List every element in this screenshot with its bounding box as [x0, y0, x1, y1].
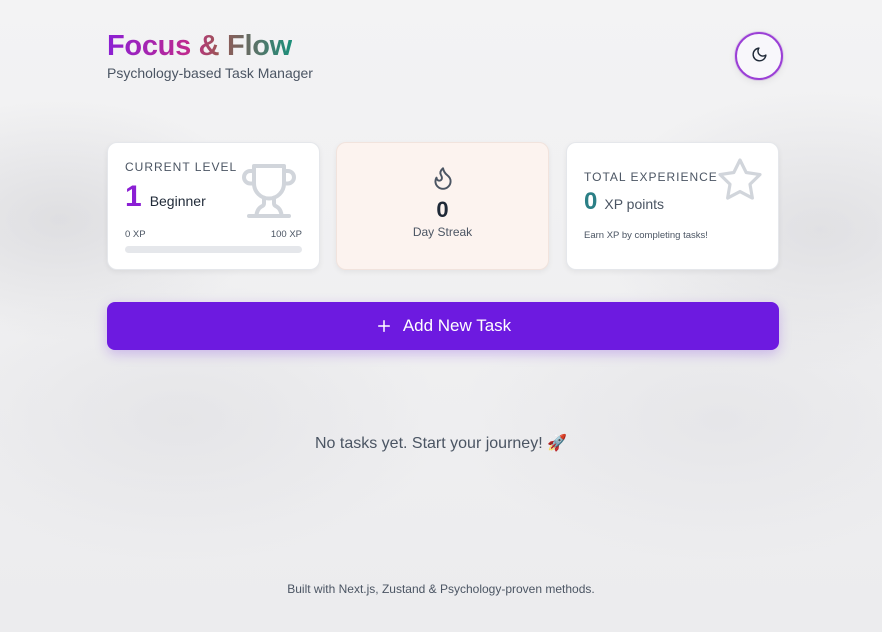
add-task-button[interactable]: Add New Task — [107, 302, 779, 350]
plus-icon — [375, 317, 393, 335]
xp-range-min: 0 XP — [125, 229, 146, 240]
xp-unit: XP points — [604, 196, 665, 212]
add-task-label: Add New Task — [402, 316, 512, 335]
level-row: 1 Beginner — [125, 180, 206, 214]
level-card-label: CURRENT LEVEL — [125, 160, 238, 174]
flame-icon — [337, 163, 548, 193]
xp-row: 0 XP points — [584, 188, 664, 216]
star-icon — [716, 156, 764, 209]
xp-hint: Earn XP by completing tasks! — [584, 230, 708, 241]
streak-label: Day Streak — [412, 225, 473, 239]
app-header: Focus & Flow Psychology-based Task Manag… — [107, 30, 313, 81]
streak-count: 0 — [436, 197, 449, 222]
streak-card: 0 Day Streak — [336, 142, 549, 270]
level-number: 1 — [125, 180, 142, 213]
page: Focus & Flow Psychology-based Task Manag… — [0, 0, 882, 632]
level-card: CURRENT LEVEL 1 Beginner 0 XP 100 XP — [107, 142, 320, 270]
xp-range-max: 100 XP — [270, 229, 302, 240]
theme-toggle-button[interactable] — [735, 32, 783, 80]
trophy-icon — [239, 161, 299, 226]
empty-state-message: No tasks yet. Start your journey! 🚀 — [314, 435, 567, 452]
app-tagline: Psychology-based Task Manager — [107, 65, 313, 81]
xp-card-label: TOTAL EXPERIENCE — [584, 170, 718, 184]
level-name: Beginner — [149, 193, 206, 209]
xp-total: 0 — [584, 188, 598, 215]
app-title: Focus & Flow — [107, 30, 292, 62]
footer-text: Built with Next.js, Zustand & Psychology… — [287, 582, 595, 596]
xp-card: TOTAL EXPERIENCE 0 XP points Earn XP by … — [566, 142, 779, 270]
level-progress-bar — [125, 246, 302, 253]
moon-icon — [751, 46, 768, 66]
xp-range: 0 XP 100 XP — [125, 229, 302, 240]
